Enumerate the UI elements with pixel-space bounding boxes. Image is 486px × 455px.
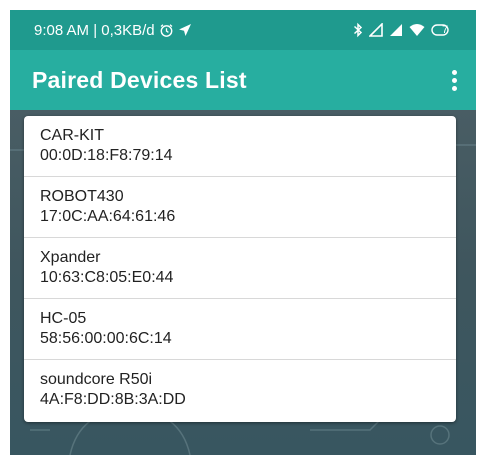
app-bar: Paired Devices List <box>10 50 476 110</box>
paired-devices-list: CAR-KIT 00:0D:18:F8:79:14 ROBOT430 17:0C… <box>24 116 456 422</box>
device-name: CAR-KIT <box>40 127 104 144</box>
device-address: 58:56:00:00:6C:14 <box>40 330 172 347</box>
alarm-icon <box>160 23 173 37</box>
device-address: 00:0D:18:F8:79:14 <box>40 147 173 164</box>
device-name: Xpander <box>40 249 101 266</box>
device-name: HC-05 <box>40 310 87 327</box>
device-address: 10:63:C8:05:E0:44 <box>40 269 174 286</box>
signal-icon <box>369 23 383 37</box>
device-name: soundcore R50i <box>40 371 153 388</box>
status-right: 7 <box>353 22 452 38</box>
page-title: Paired Devices List <box>32 66 247 93</box>
status-left: 9:08 AM | 0,3KB/d <box>34 22 192 39</box>
device-name: ROBOT430 <box>40 188 124 205</box>
device-address: 4A:F8:DD:8B:3A:DD <box>40 391 186 408</box>
wifi-icon <box>409 24 425 36</box>
device-item-car-kit[interactable]: CAR-KIT 00:0D:18:F8:79:14 <box>24 116 456 177</box>
device-item-xpander[interactable]: Xpander 10:63:C8:05:E0:44 <box>24 238 456 299</box>
more-vertical-icon[interactable] <box>440 60 468 100</box>
status-bar: 9:08 AM | 0,3KB/d 7 <box>10 10 476 50</box>
device-item-hc-05[interactable]: HC-05 58:56:00:00:6C:14 <box>24 299 456 360</box>
signal-full-icon <box>390 24 402 36</box>
bluetooth-icon <box>353 22 363 38</box>
status-time: 9:08 AM | 0,3KB/d <box>34 21 155 39</box>
location-arrow-icon <box>178 24 191 36</box>
device-address: 17:0C:AA:64:61:46 <box>40 208 176 225</box>
device-item-soundcore-r50i[interactable]: soundcore R50i 4A:F8:DD:8B:3A:DD <box>24 360 456 422</box>
battery-level: 7 <box>441 24 449 36</box>
device-item-robot430[interactable]: ROBOT430 17:0C:AA:64:61:46 <box>24 177 456 238</box>
